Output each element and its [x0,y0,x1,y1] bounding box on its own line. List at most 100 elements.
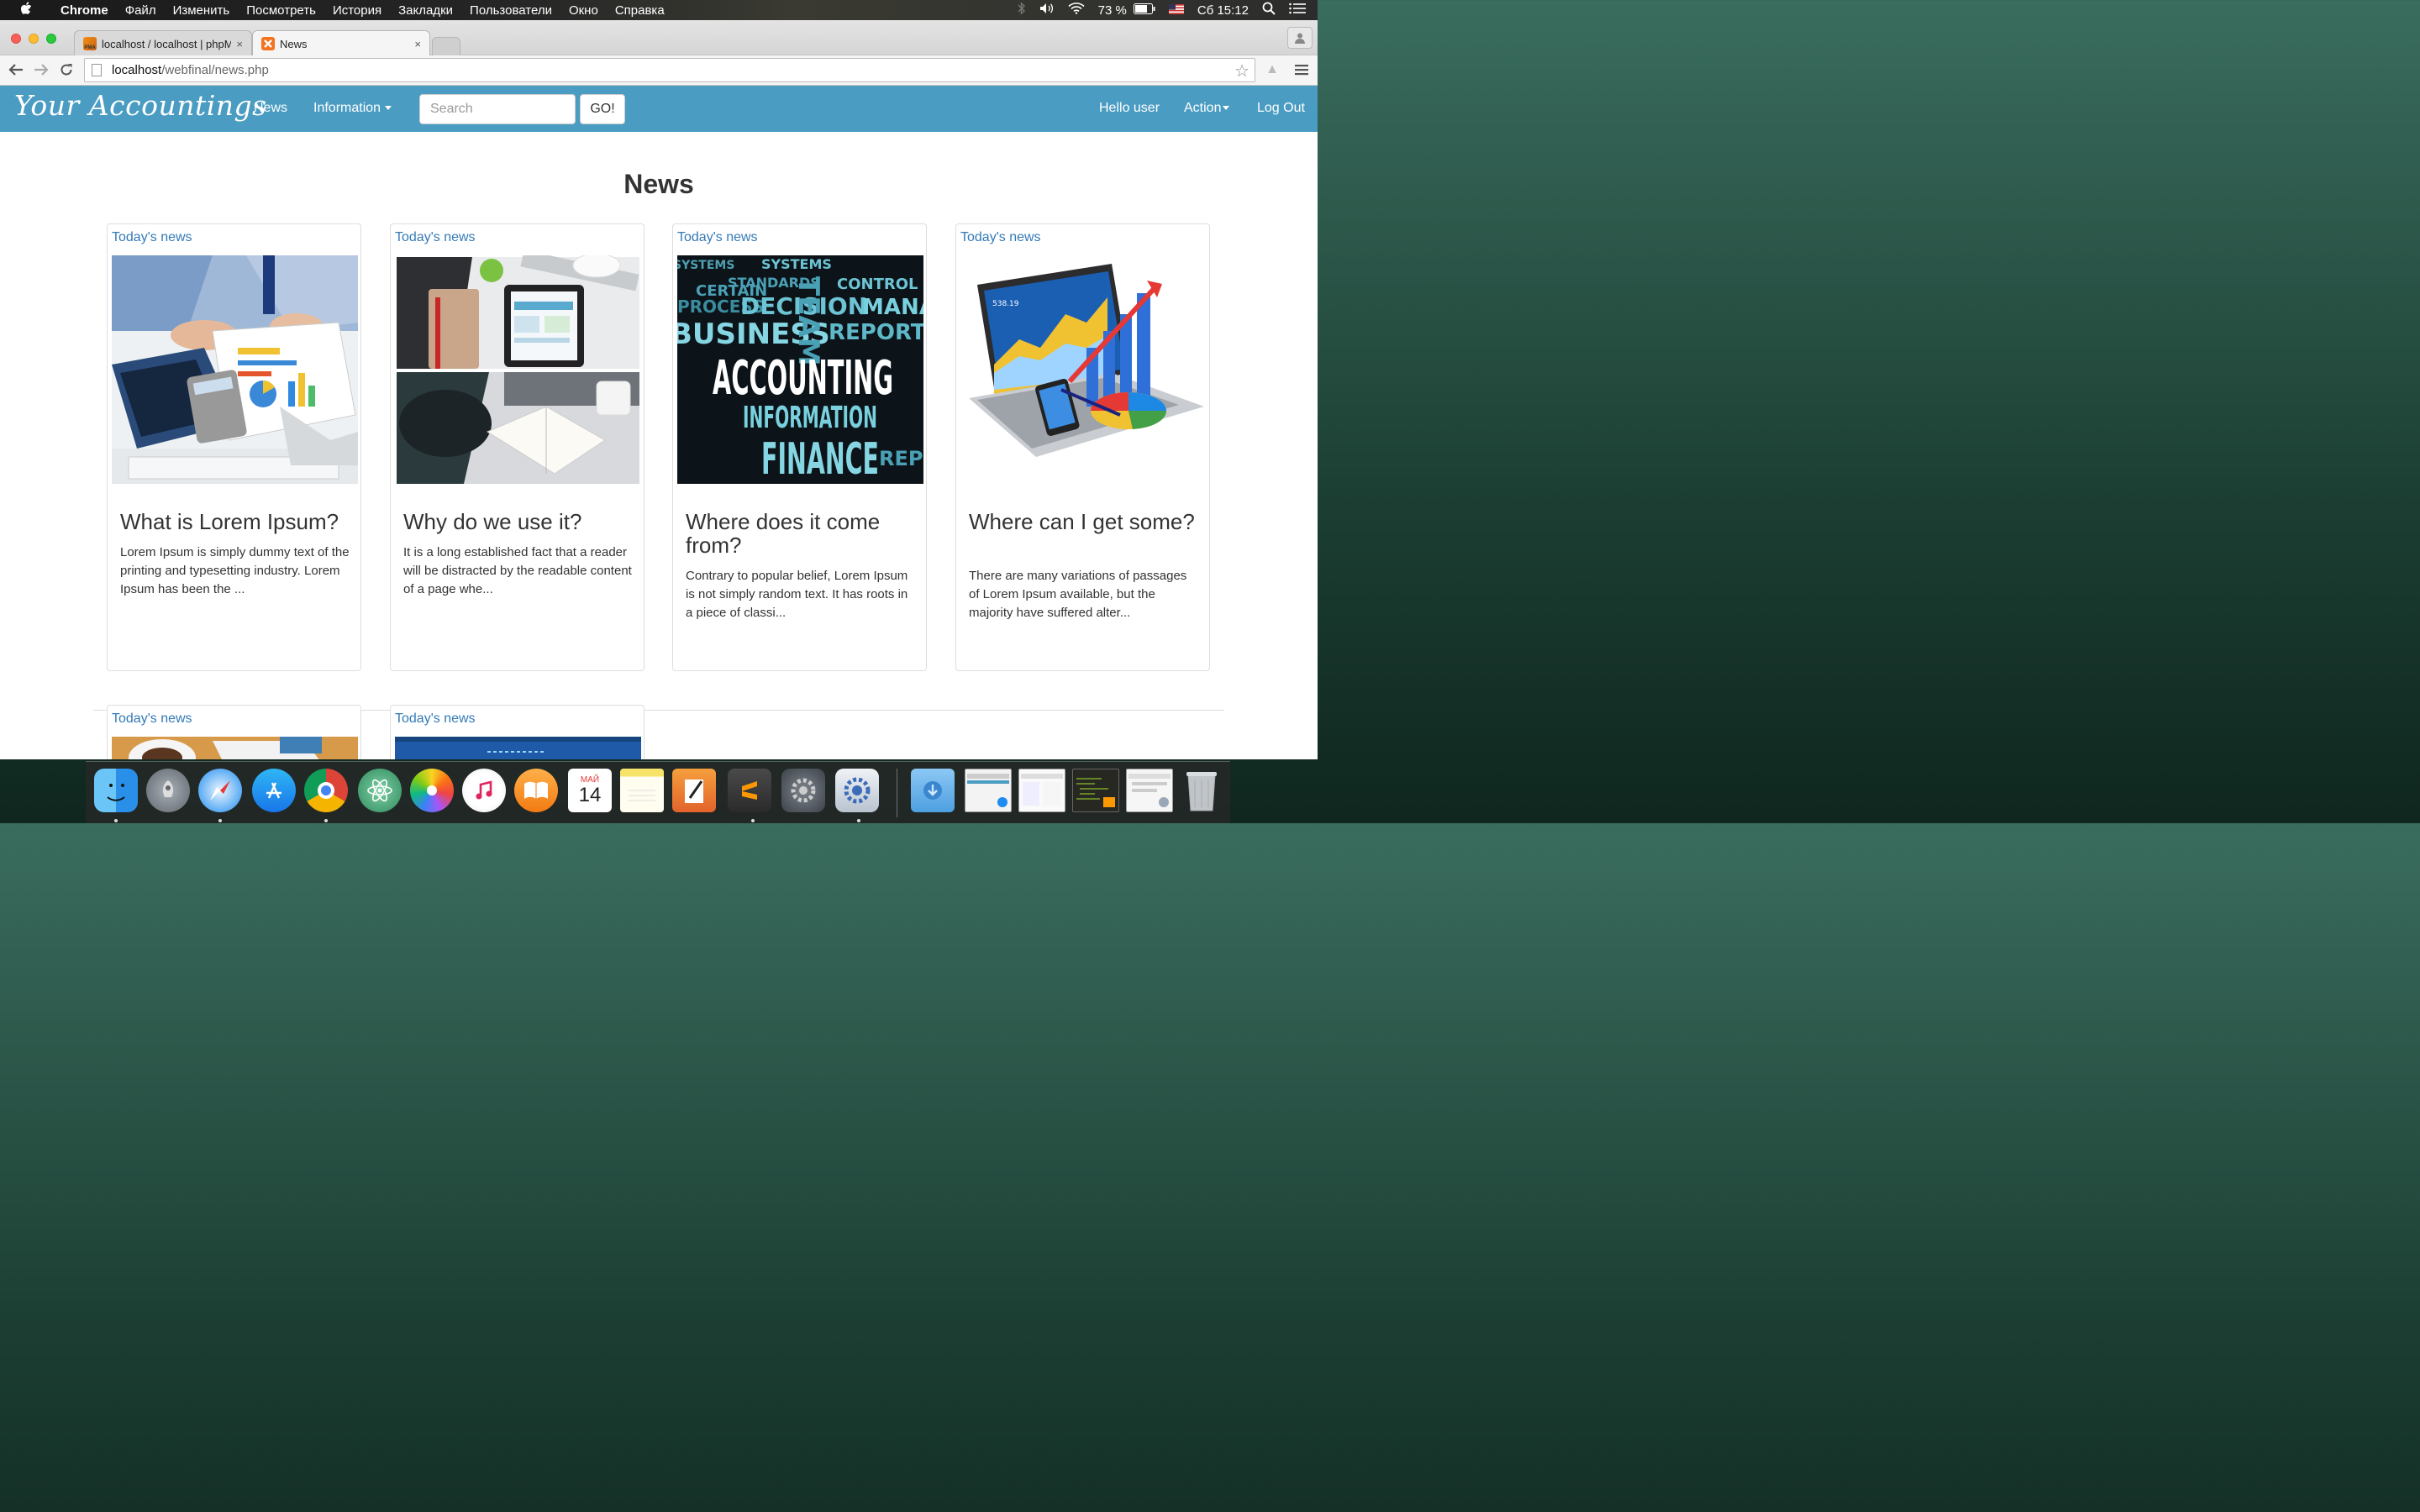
chrome-icon[interactable] [304,769,348,812]
spotlight-search-icon[interactable] [1255,2,1282,18]
card-category-link[interactable]: Today's news [112,711,192,727]
launchpad-icon[interactable] [146,769,190,812]
calendar-icon[interactable]: МАЙ 14 [568,769,612,812]
card-title[interactable]: Where does it come from? [686,510,917,557]
card-category-link[interactable]: Today's news [960,230,1041,245]
menu-history[interactable]: История [324,3,390,18]
brand-logo[interactable]: Your Accountings [14,89,267,122]
nav-logout[interactable]: Log Out [1257,101,1305,116]
forward-icon[interactable] [32,60,50,79]
new-tab-button[interactable] [432,37,460,55]
nav-action-dropdown[interactable]: Action [1184,101,1230,116]
tab-news[interactable]: News × [252,30,430,56]
running-indicator [857,819,860,822]
card-category-link[interactable]: Today's news [112,230,192,245]
window-thumb-2-icon[interactable] [1018,769,1065,812]
window-thumb-1-icon[interactable] [965,769,1012,812]
window-thumb-4-icon[interactable] [1126,769,1173,812]
page-content: News Today's news What is Lorem Ipsum? L… [0,132,1318,759]
card-title[interactable]: Why do we use it? [403,510,634,533]
battery-icon[interactable] [1133,3,1162,18]
nav-news[interactable]: News [254,101,287,116]
news-card[interactable]: Today's news 538.19 Where can I get some… [955,223,1210,671]
battery-percent[interactable]: 73 % [1092,3,1134,18]
wordcloud-main-word: ACCOUNTING [713,351,893,406]
tab-phpmyadmin[interactable]: PMA localhost / localhost | phpMyAdmin × [74,30,252,56]
menu-help[interactable]: Справка [607,3,673,18]
menu-bookmarks[interactable]: Закладки [390,3,461,18]
page-icon [92,64,102,76]
trash-icon[interactable] [1180,769,1223,812]
notification-center-icon[interactable] [1282,3,1318,18]
preferences-gear-icon[interactable] [835,769,879,812]
search-input[interactable] [419,94,576,124]
accounting-word-cloud[interactable]: SYSTEMS SYSTEMS STANDARDS CONTROL CERTAI… [677,255,923,484]
tab-label: localhost / localhost | phpMyAdmin [102,37,232,50]
reload-icon[interactable] [57,60,76,79]
back-icon[interactable] [7,60,25,79]
downloads-folder-icon[interactable] [911,769,955,812]
notes-icon[interactable] [620,769,664,812]
menu-view[interactable]: Посмотреть [238,3,324,18]
menu-people[interactable]: Пользователи [461,3,560,18]
tablet-and-notebook-photo[interactable] [395,255,641,484]
nav-hello-user[interactable]: Hello user [1099,101,1160,116]
laptop-with-charts[interactable]: 538.19 [960,255,1207,484]
profile-icon[interactable] [1287,27,1313,49]
card-category-link[interactable]: Today's news [395,711,476,727]
wordcloud-word: REPORTING [829,320,923,345]
atom-icon[interactable] [358,769,402,812]
card-category-link[interactable]: Today's news [677,230,758,245]
coffee-and-papers-photo[interactable] [112,737,358,759]
extension-icon[interactable]: ▲ [1263,60,1281,79]
tab-strip: PMA localhost / localhost | phpMyAdmin ×… [0,20,1318,56]
menu-window[interactable]: Окно [560,3,607,18]
wordcloud-word: SYSTEMS [761,256,832,272]
chrome-menu-icon[interactable] [1292,60,1311,79]
tab-close-icon[interactable]: × [236,38,243,50]
news-card[interactable]: Today's news [390,223,644,671]
menu-app-chrome[interactable]: Chrome [52,3,117,18]
window-thumb-3-icon[interactable] [1072,769,1119,812]
accountants-desk-photo[interactable] [112,255,358,484]
safari-icon[interactable] [198,769,242,812]
menubar-clock[interactable]: Сб 15:12 [1191,3,1255,18]
card-text: There are many variations of passages of… [969,569,1187,620]
apple-menu-icon[interactable] [0,1,52,19]
system-preferences-icon[interactable] [781,769,825,812]
news-card[interactable]: Today's news [107,705,361,759]
menu-file[interactable]: Файл [117,3,165,18]
card-title[interactable]: Where can I get some? [969,510,1200,533]
card-category-link[interactable]: Today's news [395,230,476,245]
app-store-icon[interactable] [252,769,296,812]
itunes-icon[interactable] [462,769,506,812]
close-window-button[interactable] [11,34,21,44]
zoom-window-button[interactable] [46,34,56,44]
go-button[interactable]: GO! [580,94,625,124]
news-card[interactable]: Today's news [390,705,644,759]
card-text: Lorem Ipsum is simply dummy text of the … [120,545,350,596]
volume-icon[interactable] [1033,3,1061,18]
xampp-favicon-icon [261,37,275,50]
card-title[interactable]: What is Lorem Ipsum? [120,510,351,533]
us-flag-icon[interactable] [1162,3,1191,18]
address-bar[interactable]: localhost/webfinal/news.php ☆ [84,58,1255,82]
finder-icon[interactable] [94,769,138,812]
sublime-text-icon[interactable] [728,769,771,812]
minimize-window-button[interactable] [29,34,39,44]
photos-icon[interactable] [410,769,454,812]
tab-close-icon[interactable]: × [414,38,421,50]
news-card[interactable]: Today's news SYSTEMS SYSTEMS STANDARDS C… [672,223,927,671]
running-indicator [218,819,222,822]
blue-banner-photo[interactable] [395,737,641,759]
ibooks-icon[interactable] [514,769,558,812]
wifi-icon[interactable] [1061,3,1092,18]
mac-dock: МАЙ 14 [86,761,1230,823]
news-card[interactable]: Today's news [107,223,361,671]
bookmark-star-icon[interactable]: ☆ [1234,60,1249,81]
nav-information-dropdown[interactable]: Information [313,101,392,116]
menu-edit[interactable]: Изменить [165,3,239,18]
page-title: News [623,169,694,199]
bluetooth-icon[interactable] [1011,2,1033,18]
pages-icon[interactable] [672,769,716,812]
